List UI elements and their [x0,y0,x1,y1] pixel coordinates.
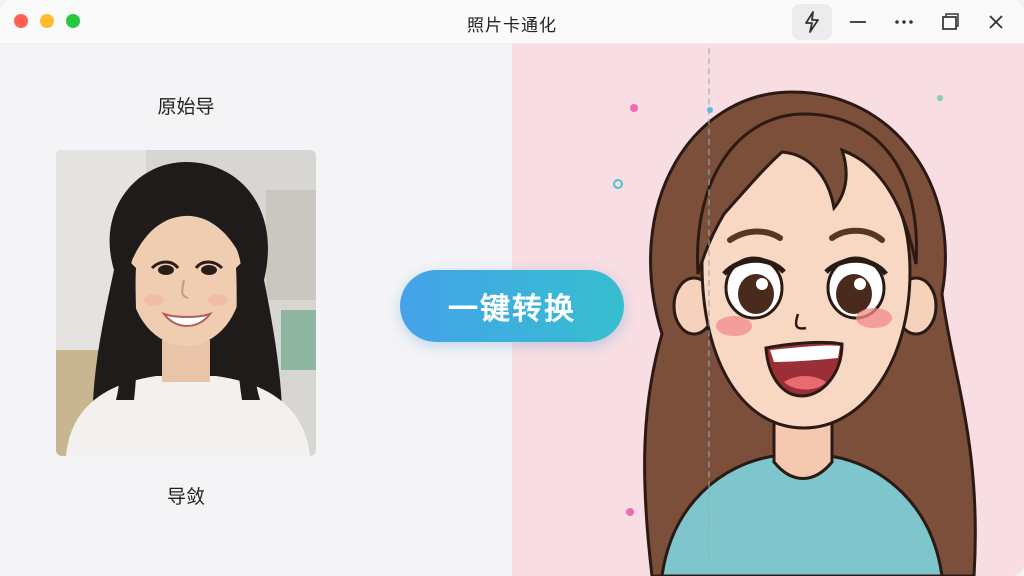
title-bar: 照片卡通化 [0,0,1024,44]
original-photo[interactable] [56,150,316,456]
minimize-icon [850,21,866,23]
app-window: 照片卡通化 原始导 导敛 一键转换 [0,0,1024,576]
more-icon [895,20,913,24]
restore-button[interactable] [930,4,970,40]
lightning-button[interactable] [792,4,832,40]
close-icon [989,15,1003,29]
result-label: 导敛 [166,486,205,508]
restore-icon [942,13,959,30]
close-button[interactable] [976,4,1016,40]
minimize-button[interactable] [838,4,878,40]
more-button[interactable] [884,4,924,40]
lightning-icon [805,11,819,33]
girl-photo-image [56,150,316,456]
convert-button[interactable]: 一键转换 [400,270,624,342]
split-divider[interactable] [708,18,710,558]
original-label: 原始导 [157,96,215,118]
